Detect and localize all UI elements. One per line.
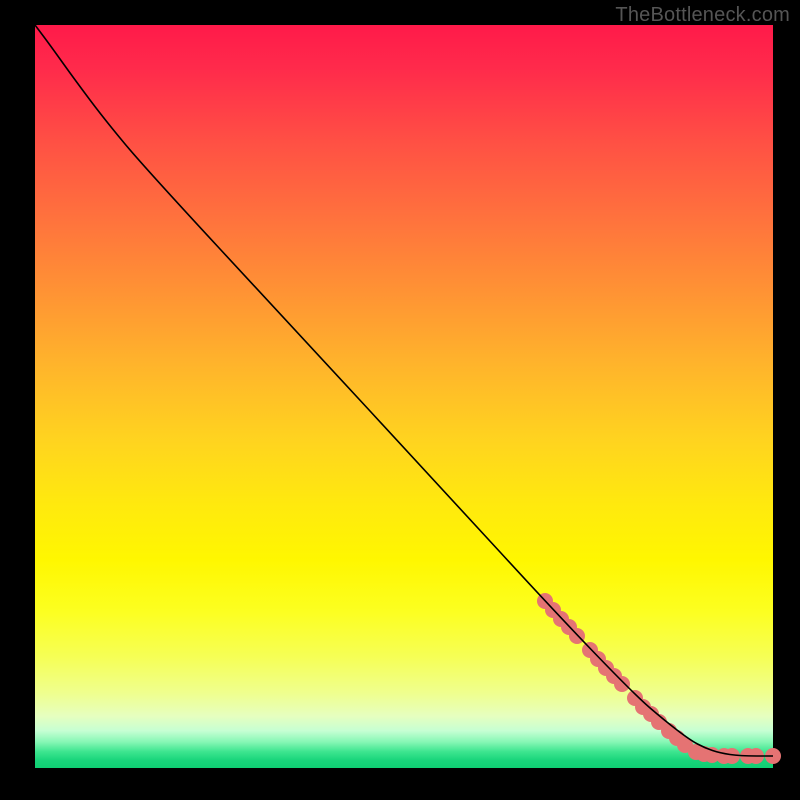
gradient-background <box>35 25 773 768</box>
watermark-text: TheBottleneck.com <box>615 4 790 27</box>
chart-svg <box>0 0 800 800</box>
highlight-dot <box>614 676 630 692</box>
chart-stage: TheBottleneck.com <box>0 0 800 800</box>
